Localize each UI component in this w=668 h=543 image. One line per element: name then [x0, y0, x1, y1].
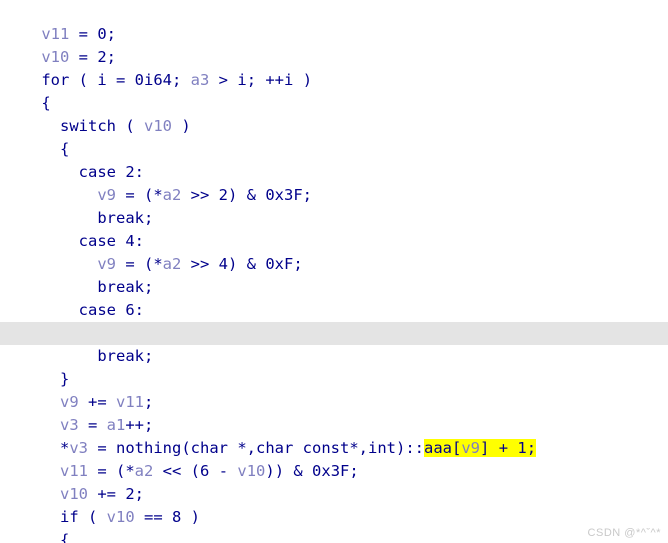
code-line[interactable]: {: [0, 506, 668, 543]
code-line[interactable]: for ( i = 0i64; a3 > i; ++i ): [0, 46, 668, 89]
code-line[interactable]: case 6:: [0, 276, 668, 319]
code-line[interactable]: v9 += v11;: [0, 368, 668, 411]
code-line[interactable]: v10 = 2;: [0, 23, 668, 66]
code-line-highlighted[interactable]: *v3 = nothing(char *,char const*,int)::a…: [0, 414, 668, 457]
code-line[interactable]: break;: [0, 184, 668, 227]
code-line[interactable]: v9 = (*a2 >> 6) & 3;: [0, 299, 668, 342]
code-line[interactable]: v11 = 0;: [0, 0, 668, 43]
code-line[interactable]: if ( v10 == 8 ): [0, 483, 668, 526]
code-line[interactable]: v9 = (*a2 >> 4) & 0xF;: [0, 230, 668, 273]
pseudocode-editor[interactable]: v11 = 0; v10 = 2; for ( i = 0i64; a3 > i…: [0, 0, 668, 543]
code-line[interactable]: }: [0, 345, 668, 388]
csdn-watermark: CSDN @*^ˇ^*: [587, 527, 661, 539]
code-line[interactable]: v11 = (*a2 << (6 - v10)) & 0x3F;: [0, 437, 668, 480]
code-line[interactable]: v10 += 2;: [0, 460, 668, 503]
code-line[interactable]: case 4:: [0, 207, 668, 250]
code-line[interactable]: v9 = *a2 & 0x3F;: [0, 529, 668, 543]
code-line[interactable]: case 2:: [0, 138, 668, 181]
code-line-cursor[interactable]: break;: [0, 322, 668, 365]
code-line[interactable]: break;: [0, 253, 668, 296]
code-line[interactable]: v9 = (*a2 >> 2) & 0x3F;: [0, 161, 668, 204]
code-line[interactable]: {: [0, 69, 668, 112]
code-line[interactable]: v3 = a1++;: [0, 391, 668, 434]
code-line[interactable]: {: [0, 115, 668, 158]
code-line[interactable]: switch ( v10 ): [0, 92, 668, 135]
